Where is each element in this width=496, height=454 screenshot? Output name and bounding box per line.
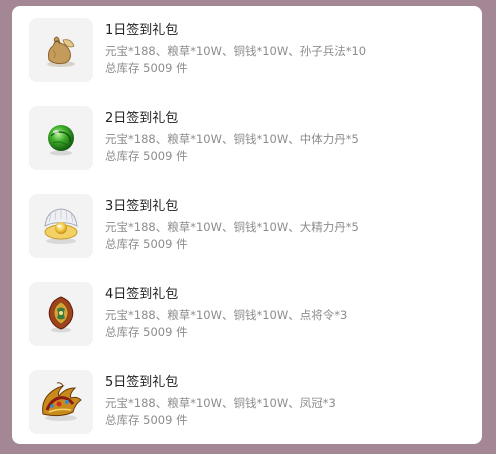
- gift-title: 4日签到礼包: [105, 287, 179, 302]
- gift-title: 3日签到礼包: [105, 199, 179, 214]
- gift-thumbnail: [29, 370, 93, 434]
- gift-item[interactable]: 4日签到礼包 元宝*188、粮草*10W、铜钱*10W、点将令*3 总库存 50…: [29, 282, 469, 346]
- gift-stock: 总库存 5009 件: [105, 149, 188, 163]
- gift-item[interactable]: 1日签到礼包 元宝*188、粮草*10W、铜钱*10W、孙子兵法*10 总库存 …: [29, 18, 469, 82]
- gift-item[interactable]: 2日签到礼包 元宝*188、粮草*10W、铜钱*10W、中体力丹*5 总库存 5…: [29, 106, 469, 170]
- gift-stock: 总库存 5009 件: [105, 413, 188, 427]
- gift-stock: 总库存 5009 件: [105, 61, 188, 75]
- gift-item[interactable]: 3日签到礼包 元宝*188、粮草*10W、铜钱*10W、大精力丹*5 总库存 5…: [29, 194, 469, 258]
- gift-contents: 元宝*188、粮草*10W、铜钱*10W、凤冠*3: [105, 396, 336, 410]
- gift-stock: 总库存 5009 件: [105, 237, 188, 251]
- gift-item[interactable]: 5日签到礼包 元宝*188、粮草*10W、铜钱*10W、凤冠*3 总库存 500…: [29, 370, 469, 434]
- gift-contents: 元宝*188、粮草*10W、铜钱*10W、中体力丹*5: [105, 132, 359, 146]
- gift-title: 1日签到礼包: [105, 23, 179, 38]
- phoenix-crown-icon: [42, 382, 82, 421]
- token-badge-icon: [48, 296, 74, 333]
- gift-thumbnail: [29, 194, 93, 258]
- gift-list-card: 1日签到礼包 元宝*188、粮草*10W、铜钱*10W、孙子兵法*10 总库存 …: [12, 6, 482, 444]
- gift-thumbnail: [29, 18, 93, 82]
- gift-thumbnail: [29, 106, 93, 170]
- gift-contents: 元宝*188、粮草*10W、铜钱*10W、大精力丹*5: [105, 220, 359, 234]
- pearl-shell-icon: [44, 208, 78, 244]
- gift-title: 5日签到礼包: [105, 375, 179, 390]
- gift-title: 2日签到礼包: [105, 111, 179, 126]
- green-pill-icon: [48, 125, 74, 156]
- grain-sack-icon: [47, 36, 75, 67]
- gift-contents: 元宝*188、粮草*10W、铜钱*10W、孙子兵法*10: [105, 44, 367, 58]
- gift-contents: 元宝*188、粮草*10W、铜钱*10W、点将令*3: [105, 308, 348, 322]
- gift-thumbnail: [29, 282, 93, 346]
- gift-stock: 总库存 5009 件: [105, 325, 188, 339]
